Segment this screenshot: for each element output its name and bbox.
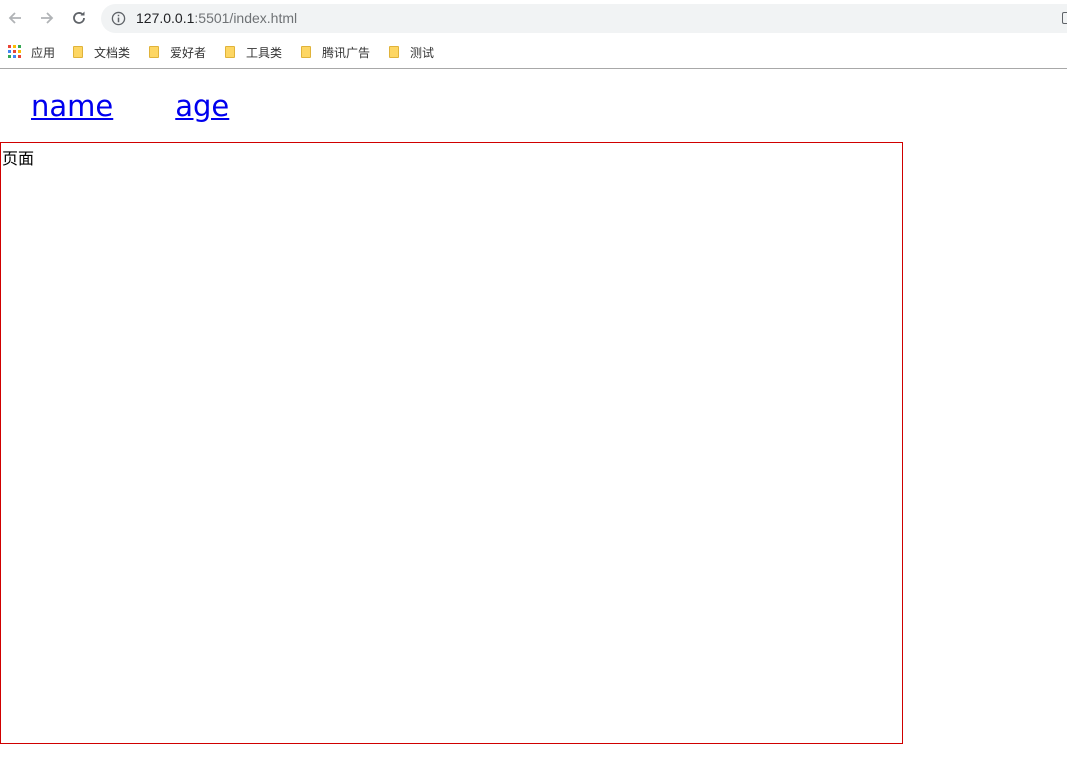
url-text[interactable]: 127.0.0.1:5501/index.html [136,10,297,27]
link-name[interactable]: name [31,89,113,123]
forward-arrow-icon [41,12,54,24]
bookmark-label: 文档类 [94,45,131,60]
page-content: name age 页面 [0,69,1067,776]
bookmark-folder-tencent-ads[interactable]: 腾讯广告 [301,43,370,61]
router-links: name age [31,89,229,129]
bookmark-label: 腾讯广告 [322,45,371,60]
folder-icon [73,46,83,58]
bookmarks-bar: 应用 文档类 爱好者 工具类 腾讯广告 测试 [0,37,1067,69]
bookmark-apps[interactable]: 应用 [8,43,55,61]
bookmark-label: 测试 [410,45,435,60]
router-view-box: 页面 [0,142,903,744]
view-text: 页面 [2,149,35,168]
folder-icon [301,46,311,58]
forward-button[interactable] [37,8,57,28]
bookmark-folder-hobbyist[interactable]: 爱好者 [149,43,206,61]
bookmark-label: 应用 [31,45,56,60]
bookmark-folder-tools[interactable]: 工具类 [225,43,282,61]
url-host: 127.0.0.1 [136,10,195,26]
extension-icon[interactable] [1062,12,1067,24]
info-icon[interactable] [111,11,126,26]
bookmark-folder-docs[interactable]: 文档类 [73,43,130,61]
reload-icon [73,11,85,24]
address-bar[interactable]: 127.0.0.1:5501/index.html [101,4,1067,33]
bookmark-label: 爱好者 [170,45,207,60]
reload-button[interactable] [69,8,89,28]
apps-grid-icon [8,45,22,59]
back-arrow-icon [8,12,21,24]
browser-toolbar: 127.0.0.1:5501/index.html [0,0,1067,37]
folder-icon [389,46,399,58]
back-button[interactable] [5,8,25,28]
url-path: :5501/index.html [194,10,298,26]
folder-icon [225,46,235,58]
bookmark-folder-test[interactable]: 测试 [389,43,434,61]
folder-icon [149,46,159,58]
bookmark-label: 工具类 [246,45,283,60]
link-age[interactable]: age [175,89,229,123]
